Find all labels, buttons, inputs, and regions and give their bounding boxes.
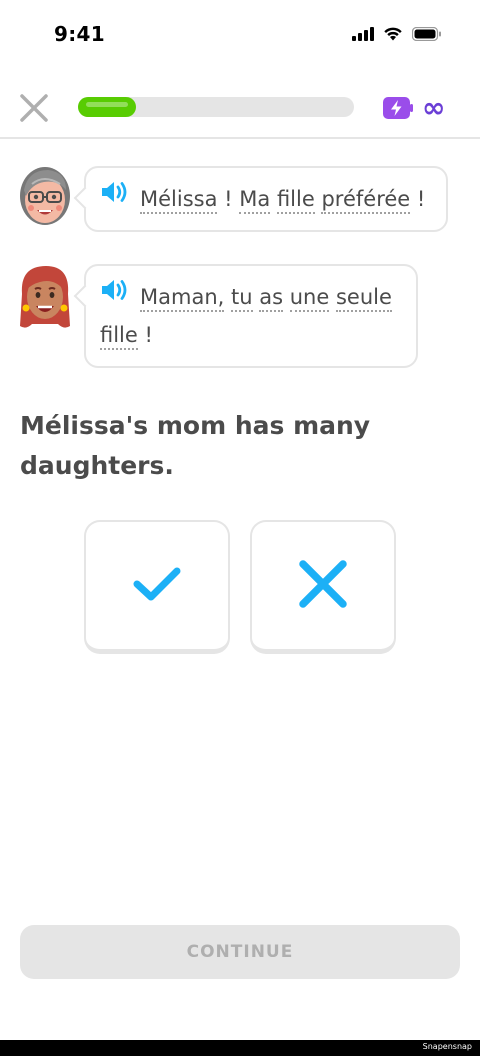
close-icon: [19, 93, 49, 127]
dialog-word[interactable]: tu: [231, 285, 253, 312]
dialog-line-1: Mélissa ! Ma fille préférée !: [18, 166, 448, 232]
battery-icon: [411, 26, 442, 45]
progress-fill: [78, 97, 136, 117]
dialog-word[interactable]: Mélissa: [140, 187, 218, 214]
dialog-line-2: Maman, tu as une seule fille !: [18, 264, 418, 368]
punctuation: !: [137, 323, 153, 347]
dialog-word[interactable]: fille: [276, 187, 315, 214]
melissa-avatar: [18, 264, 72, 328]
x-icon: [298, 559, 348, 613]
status-time: 9:41: [54, 22, 105, 46]
energy-indicator[interactable]: ∞: [382, 91, 446, 124]
status-bar: 9:41: [0, 0, 480, 72]
true-answer-button[interactable]: [84, 520, 230, 654]
footer-bar: Snapensnap: [0, 1040, 480, 1056]
lesson-progress-bar: [78, 97, 354, 117]
speech-bubble-2: Maman, tu as une seule fille !: [84, 264, 418, 368]
continue-button[interactable]: CONTINUE: [20, 925, 460, 979]
dialog-word[interactable]: une: [289, 285, 330, 312]
speaker-icon[interactable]: [100, 277, 130, 315]
dialog-word[interactable]: préférée: [321, 187, 411, 214]
dialog-word[interactable]: Ma: [239, 187, 271, 214]
speech-bubble-1: Mélissa ! Ma fille préférée !: [84, 166, 448, 232]
dialog-word[interactable]: seule: [335, 285, 392, 312]
punctuation: !: [410, 187, 426, 211]
dialog-word[interactable]: as: [259, 285, 284, 312]
speaker-icon[interactable]: [100, 179, 130, 217]
energy-battery-icon: [382, 96, 414, 124]
lesson-header: ∞: [0, 88, 480, 138]
watermark: Snapensnap: [422, 1042, 472, 1051]
close-button[interactable]: [16, 92, 52, 128]
question-prompt: Mélissa's mom has many daughters.: [20, 411, 371, 480]
grandma-avatar: [18, 166, 72, 230]
dialog-word[interactable]: fille: [100, 323, 138, 350]
wifi-icon: [383, 26, 403, 45]
false-answer-button[interactable]: [250, 520, 396, 654]
header-divider: [0, 137, 480, 139]
check-icon: [132, 565, 182, 607]
punctuation: !: [217, 187, 240, 211]
status-icons: [352, 26, 442, 45]
cellular-signal-icon: [352, 26, 374, 45]
progress-shine: [86, 102, 128, 107]
energy-value: ∞: [422, 91, 446, 124]
dialog-word[interactable]: Maman,: [140, 285, 225, 312]
